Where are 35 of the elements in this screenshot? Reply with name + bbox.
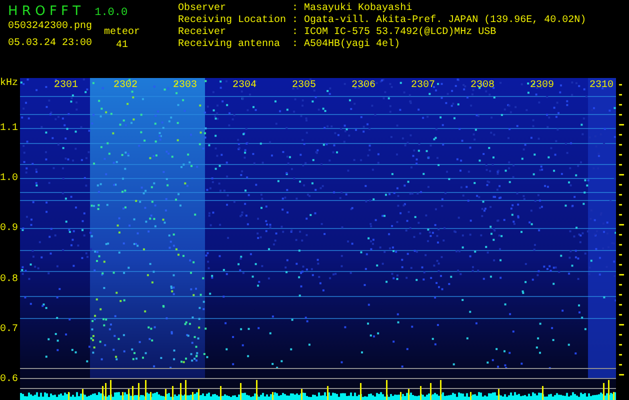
- info-separator: :: [292, 39, 298, 51]
- info-value: Ogata-vill. Akita-Pref. JAPAN (139.96E, 40.02N): [304, 15, 586, 26]
- info-label: Receiving antenna: [178, 39, 282, 51]
- info-label: Receiving Location: [178, 15, 286, 26]
- axis-unit: kHz: [0, 78, 18, 89]
- axis-label: 0.9: [0, 223, 18, 234]
- axis-label: 0.8: [0, 274, 18, 285]
- info-label: Receiver: [178, 27, 228, 38]
- time-label: 2303: [173, 80, 198, 91]
- axis-label: 0.7: [0, 324, 18, 335]
- info-value: A504HB(yagi 4el): [304, 39, 402, 51]
- time-label: 2306: [352, 80, 376, 91]
- axis-label: 0.6: [0, 374, 18, 385]
- time-label: 2305: [292, 80, 316, 91]
- info-value: Masayuki Kobayashi: [304, 3, 414, 14]
- app-title: H R O F F T: [8, 4, 81, 19]
- time-label: 2304: [232, 80, 257, 91]
- info-separator: :: [292, 3, 298, 15]
- meteor-label: meteor: [104, 27, 140, 38]
- axis-label: 1.0: [0, 173, 18, 184]
- time-label: 2309: [530, 80, 554, 91]
- time-label: 2307: [411, 80, 436, 91]
- date-time: 05.03.24 23:00: [8, 38, 92, 49]
- time-label: 2302: [114, 80, 138, 91]
- meteor-count: 41: [116, 40, 128, 51]
- time-label: 2310: [590, 80, 614, 91]
- time-label: 2301: [54, 80, 78, 91]
- file-name: 0503242300.png: [8, 21, 92, 32]
- time-label: 2308: [470, 80, 495, 91]
- axis-label: 1.1: [0, 123, 18, 134]
- info-label: Observer: [178, 3, 228, 14]
- info-value: ICOM IC-575 53.7492(@LCD)MHz USB: [304, 27, 498, 38]
- info-separator: :: [292, 27, 298, 39]
- info-separator: :: [292, 15, 298, 27]
- version-label: 1.0.0: [94, 7, 128, 19]
